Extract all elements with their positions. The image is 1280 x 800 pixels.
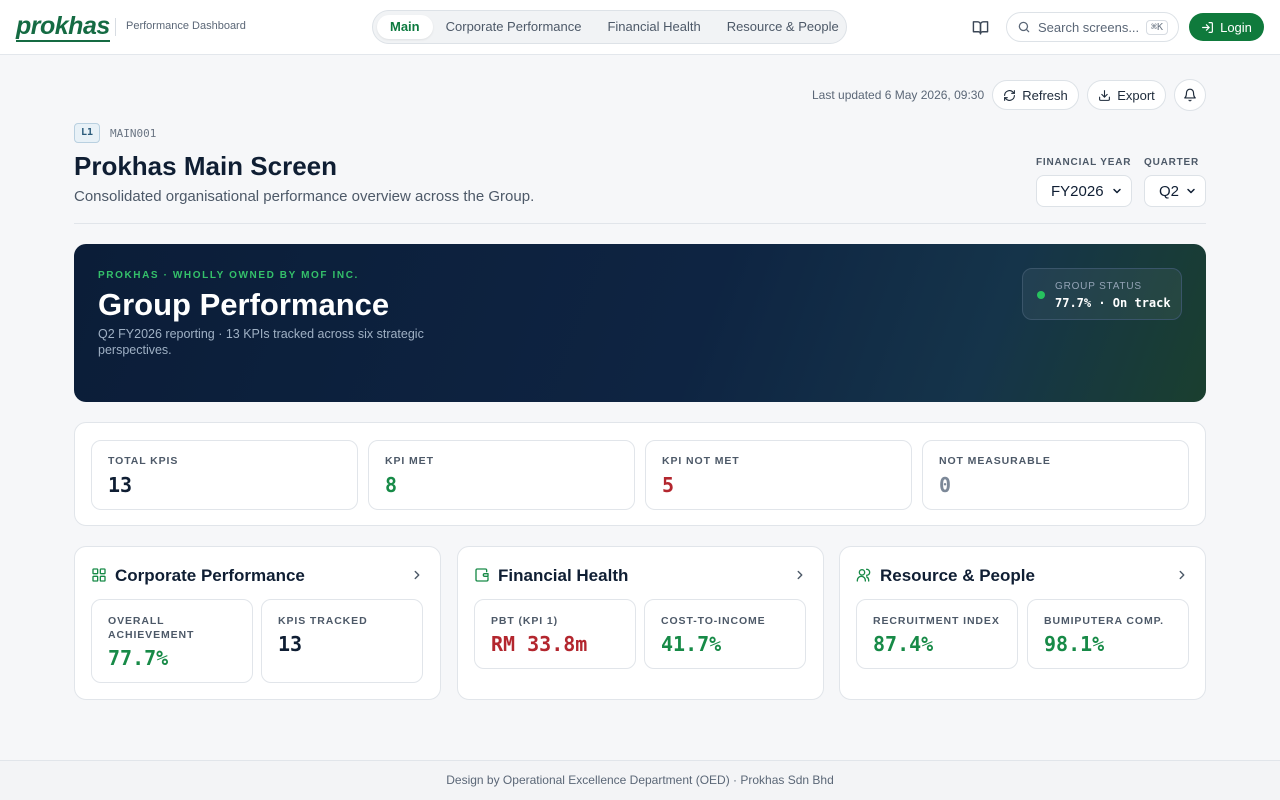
quarter-select[interactable]: Q2 — [1144, 175, 1206, 207]
section-title: Corporate Performance — [115, 566, 305, 585]
financial-year-select[interactable]: FY2026 — [1036, 175, 1132, 207]
users-icon — [856, 567, 872, 583]
metric-value: 41.7% — [661, 632, 722, 656]
metric-label: BUMIPUTERA COMP. — [1044, 615, 1164, 627]
quarter-value: Q2 — [1159, 182, 1180, 200]
hero-title: Group Performance — [98, 287, 390, 322]
heading-divider — [74, 223, 1206, 224]
kpi-label: NOT MEASURABLE — [939, 455, 1051, 467]
chevron-down-icon — [1185, 185, 1197, 197]
refresh-button[interactable]: Refresh — [992, 80, 1079, 110]
kpi-value: 13 — [108, 473, 133, 497]
kpi-label: KPI NOT MET — [662, 455, 740, 467]
nav-tab-financial-health[interactable]: Financial Health — [594, 15, 713, 39]
screen-code: MAIN001 — [110, 127, 157, 140]
refresh-icon — [1003, 89, 1016, 102]
financial-year-value: FY2026 — [1051, 182, 1104, 200]
chevron-down-icon — [1111, 185, 1123, 197]
search-shortcut: ⌘K — [1145, 19, 1168, 35]
metric-value: RM 33.8m — [491, 632, 588, 656]
export-button[interactable]: Export — [1087, 80, 1166, 110]
brand-divider — [115, 18, 116, 36]
refresh-label: Refresh — [1022, 87, 1068, 103]
hero-description: Q2 FY2026 reporting · 13 KPIs tracked ac… — [98, 327, 424, 357]
metric-label: KPIS TRACKED — [278, 615, 368, 627]
bell-icon — [1183, 88, 1197, 102]
section-card-corporate-performance[interactable]: Corporate Performance OVERALL ACHIEVEMEN… — [74, 546, 441, 700]
chevron-right-icon — [1175, 568, 1189, 582]
section-card-resource-people[interactable]: Resource & People RECRUITMENT INDEX 87.4… — [839, 546, 1206, 700]
grid-icon — [91, 567, 107, 583]
page-title: Prokhas Main Screen — [74, 151, 337, 181]
metric-card: OVERALL ACHIEVEMENT 77.7% — [91, 599, 253, 683]
kpi-label: KPI MET — [385, 455, 434, 467]
search-icon — [1017, 20, 1031, 34]
group-status-label: GROUP STATUS — [1055, 281, 1142, 292]
search-input[interactable]: Search screens... ⌘K — [1006, 12, 1179, 42]
kpi-card-not-measurable: NOT MEASURABLE 0 — [922, 440, 1189, 510]
last-updated-text: Last updated 6 May 2026, 09:30 — [812, 88, 985, 102]
kpi-card-total: TOTAL KPIS 13 — [91, 440, 358, 510]
kpi-card-met: KPI MET 8 — [368, 440, 635, 510]
prokhas-logo[interactable]: prokhas — [16, 12, 110, 42]
group-performance-banner: PROKHAS · WHOLLY OWNED BY MOF INC. Group… — [74, 244, 1206, 402]
nav-tab-main[interactable]: Main — [377, 15, 433, 39]
top-bar: prokhas Performance Dashboard Main Corpo… — [0, 0, 1280, 55]
metric-label: RECRUITMENT INDEX — [873, 615, 1000, 627]
login-label: Login — [1220, 19, 1252, 35]
book-icon[interactable] — [968, 15, 992, 39]
section-title: Financial Health — [498, 566, 629, 585]
export-label: Export — [1117, 87, 1155, 103]
app-subtitle: Performance Dashboard — [126, 20, 246, 32]
chevron-right-icon — [410, 568, 424, 582]
metric-value: 87.4% — [873, 632, 934, 656]
metric-card: BUMIPUTERA COMP. 98.1% — [1027, 599, 1189, 669]
metric-value: 77.7% — [108, 646, 169, 670]
kpi-value: 5 — [662, 473, 675, 497]
status-dot — [1037, 291, 1045, 299]
nav-tab-corporate-performance[interactable]: Corporate Performance — [433, 15, 595, 39]
metric-label: COST-TO-INCOME — [661, 615, 766, 627]
metric-card: COST-TO-INCOME 41.7% — [644, 599, 806, 669]
footer: Design by Operational Excellence Departm… — [0, 760, 1280, 800]
metric-label: OVERALL ACHIEVEMENT — [108, 615, 195, 641]
metric-value: 98.1% — [1044, 632, 1105, 656]
wallet-icon — [474, 567, 490, 583]
login-icon — [1201, 21, 1214, 34]
download-icon — [1098, 89, 1111, 102]
hero-eyebrow: PROKHAS · WHOLLY OWNED BY MOF INC. — [98, 270, 359, 281]
metric-value: 13 — [278, 632, 303, 656]
level-badge: L1 — [74, 123, 100, 143]
page-subtitle: Consolidated organisational performance … — [74, 188, 535, 205]
search-placeholder: Search screens... — [1038, 19, 1140, 35]
metric-label: PBT (KPI 1) — [491, 615, 559, 627]
notifications-button[interactable] — [1174, 79, 1206, 111]
kpi-summary-panel: TOTAL KPIS 13 KPI MET 8 KPI NOT MET 5 NO… — [74, 422, 1206, 526]
kpi-value: 0 — [939, 473, 952, 497]
quarter-label: QUARTER — [1144, 157, 1200, 168]
section-title: Resource & People — [880, 566, 1035, 585]
group-status-card: GROUP STATUS 77.7% · On track — [1022, 268, 1182, 320]
login-button[interactable]: Login — [1189, 13, 1264, 41]
financial-year-label: FINANCIAL YEAR — [1036, 157, 1132, 168]
metric-card: RECRUITMENT INDEX 87.4% — [856, 599, 1018, 669]
kpi-label: TOTAL KPIS — [108, 455, 179, 467]
kpi-card-not-met: KPI NOT MET 5 — [645, 440, 912, 510]
main-nav: Main Corporate Performance Financial Hea… — [372, 10, 847, 44]
chevron-right-icon — [793, 568, 807, 582]
metric-card: PBT (KPI 1) RM 33.8m — [474, 599, 636, 669]
kpi-value: 8 — [385, 473, 398, 497]
nav-tab-resource-people[interactable]: Resource & People — [714, 15, 852, 39]
metric-card: KPIS TRACKED 13 — [261, 599, 423, 683]
group-status-value: 77.7% · On track — [1055, 296, 1171, 310]
section-card-financial-health[interactable]: Financial Health PBT (KPI 1) RM 33.8m CO… — [457, 546, 824, 700]
